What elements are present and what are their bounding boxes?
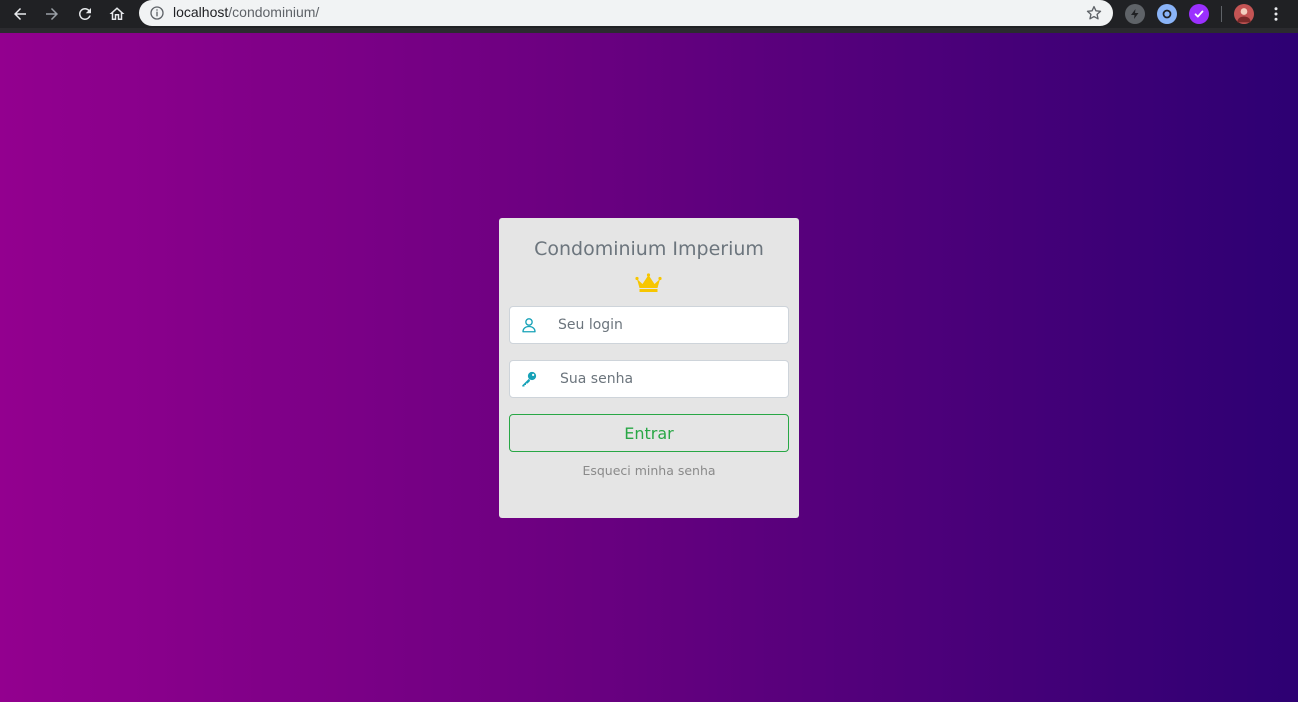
user-icon xyxy=(522,318,536,333)
extension-ring-icon[interactable] xyxy=(1157,4,1177,24)
login-field xyxy=(509,306,789,344)
reload-button[interactable] xyxy=(73,2,97,26)
page-background: Condominium Imperium Entrar Esqueci xyxy=(0,33,1298,702)
reload-icon xyxy=(78,7,91,20)
home-button[interactable] xyxy=(105,2,129,26)
password-input[interactable] xyxy=(560,362,785,396)
more-vert-icon xyxy=(1274,7,1278,21)
home-icon xyxy=(109,7,125,20)
extension-check-icon[interactable] xyxy=(1189,4,1209,24)
address-bar[interactable]: localhost/condominium/ xyxy=(139,0,1113,26)
info-icon[interactable] xyxy=(149,5,165,21)
browser-menu-button[interactable] xyxy=(1264,2,1288,26)
profile-avatar-icon[interactable] xyxy=(1234,4,1254,24)
forgot-password-link[interactable]: Esqueci minha senha xyxy=(499,463,799,478)
url-host: localhost xyxy=(173,4,229,20)
app-title: Condominium Imperium xyxy=(534,238,764,260)
password-field xyxy=(509,360,789,398)
url-path: /condominium/ xyxy=(228,4,320,20)
enter-button[interactable]: Entrar xyxy=(509,414,789,452)
star-icon[interactable] xyxy=(1085,4,1103,22)
browser-toolbar: localhost/condominium/ xyxy=(0,0,1298,33)
url-text: localhost/condominium/ xyxy=(173,4,319,20)
forward-button[interactable] xyxy=(40,2,64,26)
crown-icon xyxy=(635,273,662,292)
login-card: Condominium Imperium Entrar Esqueci xyxy=(499,218,799,518)
back-button[interactable] xyxy=(8,2,32,26)
arrow-left-icon xyxy=(14,8,26,20)
toolbar-divider xyxy=(1221,6,1222,22)
key-icon xyxy=(522,371,537,387)
arrow-right-icon xyxy=(46,8,58,20)
extension-bolt-icon[interactable] xyxy=(1125,4,1145,24)
login-input[interactable] xyxy=(558,308,783,342)
